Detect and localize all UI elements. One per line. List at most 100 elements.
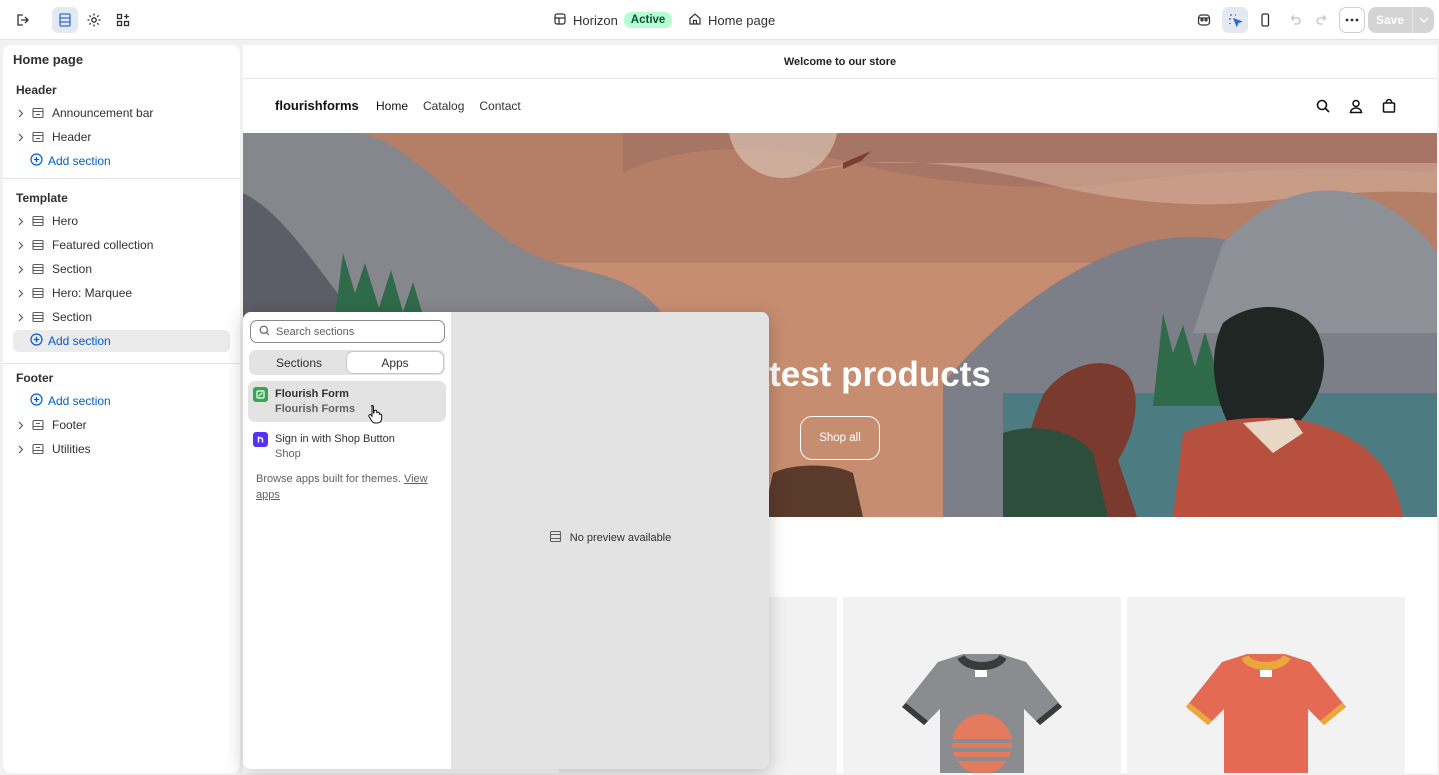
section-icon [31, 418, 47, 432]
no-preview-label: No preview available [569, 532, 672, 544]
sidebar-item-utilities[interactable]: Utilities [13, 438, 230, 460]
page-name: Home page [708, 12, 776, 28]
shop-app-icon [253, 432, 268, 447]
theme-status-badge: Active [623, 12, 673, 28]
nav-catalog[interactable]: Catalog [423, 99, 464, 113]
sidebar-item-hero[interactable]: Hero [13, 210, 230, 232]
chevron-right-icon[interactable] [13, 289, 29, 298]
divider [3, 363, 240, 364]
exit-icon[interactable] [9, 7, 35, 33]
chevron-right-icon[interactable] [13, 241, 29, 250]
app-developer: Flourish Forms [275, 403, 356, 415]
sidebar-item-footer[interactable]: Footer [13, 414, 230, 436]
product-image [1186, 654, 1346, 773]
sidebar-item-section[interactable]: Section [13, 258, 230, 280]
chevron-right-icon[interactable] [13, 109, 29, 118]
sections-view-icon[interactable] [52, 7, 78, 33]
add-section-footer-button[interactable]: Add section [13, 390, 230, 412]
section-preview-pane: No preview available [451, 312, 769, 769]
inspector-icon[interactable] [1191, 7, 1217, 33]
chevron-right-icon[interactable] [13, 313, 29, 322]
store-logo[interactable]: flourishforms [275, 98, 359, 113]
section-icon [31, 106, 47, 120]
sidebar-item-header[interactable]: Header [13, 126, 230, 148]
account-icon[interactable] [1348, 98, 1364, 114]
section-icon [31, 286, 47, 300]
search-icon[interactable] [1315, 98, 1331, 114]
theme-icon [553, 12, 567, 29]
sidebar-item-hero-marquee[interactable]: Hero: Marquee [13, 282, 230, 304]
product-image [902, 654, 1062, 773]
mobile-view-icon[interactable] [1252, 7, 1278, 33]
undo-icon[interactable] [1282, 7, 1308, 33]
app-item-flourish-form[interactable]: Flourish Form Flourish Forms [248, 381, 446, 422]
app-developer: Shop [275, 448, 301, 460]
plus-circle-icon [30, 333, 43, 349]
app-embeds-icon[interactable] [110, 7, 136, 33]
theme-switcher[interactable]: Horizon Active [553, 10, 673, 30]
redo-icon[interactable] [1309, 7, 1335, 33]
add-section-header-button[interactable]: Add section [13, 150, 230, 172]
section-icon [31, 238, 47, 252]
sections-sidebar: Home page Header Announcement bar Header… [3, 45, 240, 773]
announcement-bar[interactable]: Welcome to our store [243, 45, 1437, 79]
sidebar-title: Home page [13, 52, 84, 67]
section-icon [31, 442, 47, 456]
section-icon [549, 530, 562, 546]
save-options-chevron-down-icon[interactable] [1412, 7, 1434, 33]
save-button-group: Save [1368, 7, 1434, 33]
product-card[interactable] [1127, 597, 1405, 773]
product-card[interactable] [843, 597, 1121, 773]
search-sections-input[interactable] [276, 325, 436, 338]
tab-sections[interactable]: Sections [251, 352, 347, 373]
save-button[interactable]: Save [1368, 7, 1412, 33]
section-icon [31, 310, 47, 324]
shop-all-button[interactable]: Shop all [800, 416, 880, 460]
search-sections-field[interactable] [250, 320, 445, 343]
app-name: Flourish Form [275, 388, 349, 400]
page-selector[interactable]: Home page [688, 10, 775, 30]
section-icon [31, 130, 47, 144]
hand-pointer-cursor-icon [368, 404, 383, 424]
plus-circle-icon [30, 153, 43, 169]
chevron-right-icon[interactable] [13, 445, 29, 454]
chevron-right-icon[interactable] [13, 133, 29, 142]
add-section-popover: Sections Apps Flourish Form Flourish For… [243, 312, 769, 769]
sidebar-item-label: Hero: Marquee [52, 286, 133, 300]
home-icon [688, 12, 702, 29]
nav-contact[interactable]: Contact [479, 99, 520, 113]
sidebar-item-label: Featured collection [52, 238, 154, 252]
theme-settings-gear-icon[interactable] [81, 7, 107, 33]
sidebar-item-label: Footer [52, 418, 87, 432]
store-nav: Home Catalog Contact [376, 99, 521, 113]
sidebar-item-label: Hero [52, 214, 79, 228]
sidebar-item-announcement-bar[interactable]: Announcement bar [13, 102, 230, 124]
sidebar-item-label: Utilities [52, 442, 91, 456]
chevron-right-icon[interactable] [13, 217, 29, 226]
search-icon [259, 324, 270, 339]
nav-home[interactable]: Home [376, 99, 408, 113]
sidebar-item-label: Section [52, 262, 93, 276]
tab-apps[interactable]: Apps [347, 352, 443, 373]
popover-list-pane: Sections Apps Flourish Form Flourish For… [243, 312, 451, 769]
add-section-label: Add section [48, 334, 111, 348]
add-section-label: Add section [48, 154, 111, 168]
browse-apps-text: Browse apps built for themes. View apps [256, 471, 441, 503]
add-section-template-button[interactable]: Add section [13, 330, 230, 352]
cart-icon[interactable] [1381, 98, 1397, 114]
sidebar-item-label: Header [52, 130, 92, 144]
chevron-right-icon[interactable] [13, 421, 29, 430]
chevron-right-icon[interactable] [13, 265, 29, 274]
add-section-label: Add section [48, 394, 111, 408]
sidebar-item-featured-collection[interactable]: Featured collection [13, 234, 230, 256]
section-icon [31, 214, 47, 228]
select-element-icon[interactable] [1222, 7, 1248, 33]
store-header: flourishforms Home Catalog Contact [243, 80, 1437, 133]
divider [3, 178, 240, 179]
theme-name: Horizon [573, 12, 618, 28]
plus-circle-icon [30, 393, 43, 409]
more-actions-icon[interactable] [1339, 7, 1365, 33]
sidebar-item-section[interactable]: Section [13, 306, 230, 328]
browse-apps-label: Browse apps built for themes. [256, 473, 401, 485]
app-item-sign-in-with-shop[interactable]: Sign in with Shop Button Shop [248, 426, 446, 467]
